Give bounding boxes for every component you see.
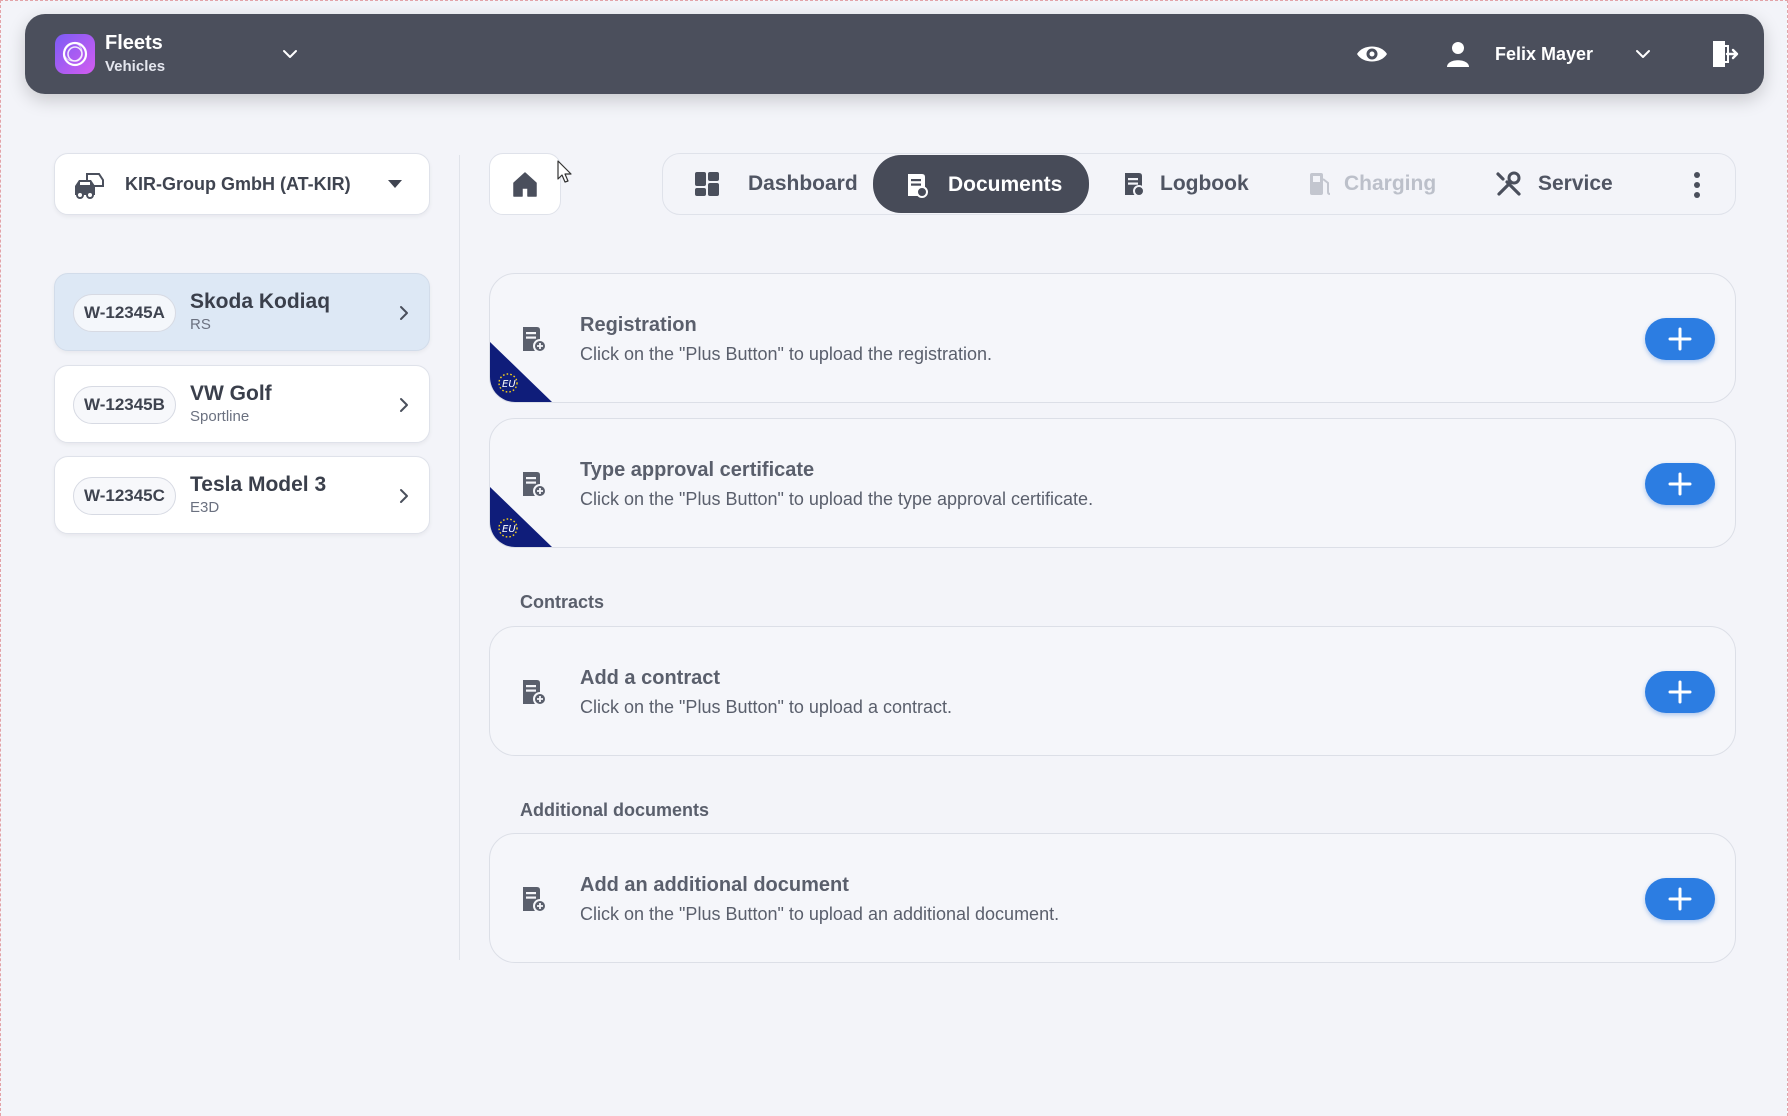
home-icon (513, 172, 537, 197)
license-plate: W-12345A (73, 294, 176, 332)
plus-icon (1668, 887, 1692, 911)
chevron-down-icon[interactable] (1633, 44, 1653, 64)
tab-bar: Dashboard Documents Logbook Charging Ser… (662, 153, 1736, 215)
tab-documents[interactable]: Documents (873, 155, 1089, 213)
app-logo-icon[interactable] (55, 34, 95, 74)
company-select[interactable]: KIR-Group GmbH (AT-KIR) (54, 153, 430, 215)
eye-icon[interactable] (1355, 40, 1389, 68)
vehicle-name: Skoda Kodiaq (190, 290, 331, 313)
fleet-cars-icon (75, 173, 104, 199)
eu-flag-icon: EU (490, 342, 552, 402)
home-button[interactable] (489, 153, 561, 215)
chevron-right-icon (400, 398, 408, 412)
vehicle-variant: E3D (190, 499, 220, 516)
document-title: Type approval certificate (580, 459, 815, 481)
eu-badge-text: EU (502, 379, 516, 390)
tab-label: Service (1538, 172, 1613, 195)
logbook-icon (1125, 173, 1145, 197)
document-add-icon (523, 680, 547, 706)
company-label: KIR-Group GmbH (AT-KIR) (125, 174, 351, 194)
tools-icon (1496, 171, 1521, 196)
tab-label: Charging (1344, 172, 1437, 195)
vehicle-variant: Sportline (190, 408, 250, 425)
top-bar: Fleets Vehicles Felix Mayer (25, 14, 1764, 94)
tab-label: Documents (948, 173, 1063, 196)
app-title: Fleets (105, 32, 163, 54)
tab-service[interactable]: Service (1493, 154, 1653, 214)
eu-badge-text: EU (502, 524, 516, 535)
tab-charging[interactable]: Charging (1298, 154, 1458, 214)
upload-additional-button[interactable] (1645, 878, 1715, 920)
document-card-contract: Add a contract Click on the "Plus Button… (489, 626, 1736, 756)
document-description: Click on the "Plus Button" to upload an … (580, 904, 1060, 924)
document-title: Add a contract (580, 667, 721, 689)
vehicle-item[interactable]: W-12345A Skoda Kodiaq RS (54, 273, 430, 351)
document-icon (908, 174, 928, 198)
user-name[interactable]: Felix Mayer (1495, 44, 1593, 65)
vehicle-item[interactable]: W-12345B VW Golf Sportline (54, 365, 430, 443)
chevron-right-icon (400, 306, 408, 320)
eu-flag-icon: EU (490, 487, 552, 547)
document-description: Click on the "Plus Button" to upload a c… (580, 697, 952, 717)
vehicle-name: Tesla Model 3 (190, 473, 327, 496)
document-card-additional: Add an additional document Click on the … (489, 833, 1736, 963)
mouse-cursor-icon (557, 160, 572, 183)
more-vertical-icon[interactable] (1687, 170, 1707, 200)
dashboard-icon (695, 172, 719, 196)
app-subtitle: Vehicles (105, 58, 166, 75)
fuel-pump-icon (1310, 173, 1331, 195)
upload-contract-button[interactable] (1645, 671, 1715, 713)
document-add-icon (523, 887, 547, 913)
chevron-down-icon[interactable] (280, 44, 300, 64)
document-title: Add an additional document (580, 874, 849, 896)
vehicle-item[interactable]: W-12345C Tesla Model 3 E3D (54, 456, 430, 534)
license-plate: W-12345C (73, 477, 176, 515)
tab-logbook[interactable]: Logbook (1098, 154, 1258, 214)
plus-icon (1668, 327, 1692, 351)
document-card-type-approval: Type approval certificate Click on the "… (489, 418, 1736, 548)
column-divider (459, 155, 460, 960)
tab-label: Logbook (1160, 172, 1249, 195)
license-plate: W-12345B (73, 386, 176, 424)
document-description: Click on the "Plus Button" to upload the… (580, 489, 1094, 509)
user-icon (1447, 42, 1469, 67)
caret-down-icon (388, 180, 402, 188)
tab-dashboard[interactable]: Dashboard (673, 154, 863, 214)
document-description: Click on the "Plus Button" to upload the… (580, 344, 993, 364)
vehicle-variant: RS (190, 316, 211, 333)
section-title-additional: Additional documents (520, 800, 709, 820)
plus-icon (1668, 472, 1692, 496)
logout-icon[interactable] (1709, 38, 1739, 70)
plus-icon (1668, 680, 1692, 704)
chevron-right-icon (400, 489, 408, 503)
tab-label: Dashboard (748, 172, 858, 195)
upload-registration-button[interactable] (1645, 318, 1715, 360)
document-card-registration: Registration Click on the "Plus Button" … (489, 273, 1736, 403)
vehicle-name: VW Golf (190, 382, 272, 405)
upload-type-approval-button[interactable] (1645, 463, 1715, 505)
section-title-contracts: Contracts (520, 592, 605, 612)
document-title: Registration (580, 314, 697, 336)
